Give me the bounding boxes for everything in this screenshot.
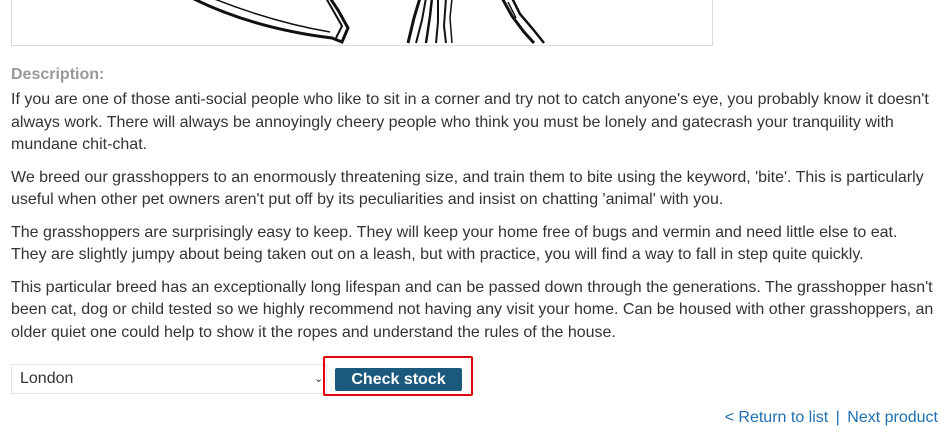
store-select[interactable]: London	[11, 364, 327, 394]
description-paragraph-3: The grasshoppers are surprisingly easy t…	[11, 223, 898, 264]
next-product-link[interactable]: Next product	[847, 409, 938, 426]
return-to-list-link[interactable]: < Return to list	[725, 409, 829, 426]
stock-check-form: London ⌄ Check stock	[11, 356, 473, 396]
product-navigation: < Return to list | Next product	[725, 409, 938, 427]
description-paragraph-1: If you are one of those anti-social peop…	[11, 91, 929, 153]
description-label: Description:	[11, 66, 105, 83]
grasshopper-illustration	[192, 0, 545, 45]
description-paragraph-2: We breed our grasshoppers to an enormous…	[11, 168, 924, 209]
nav-separator: |	[835, 409, 840, 426]
description-paragraph-4: This particular breed has an exceptional…	[11, 278, 934, 341]
check-stock-button[interactable]: Check stock	[335, 368, 462, 391]
product-description: If you are one of those anti-social peop…	[11, 89, 937, 354]
store-select-value: London	[20, 370, 74, 387]
product-image	[11, 0, 713, 46]
chevron-down-icon[interactable]: ⌄	[314, 372, 323, 385]
